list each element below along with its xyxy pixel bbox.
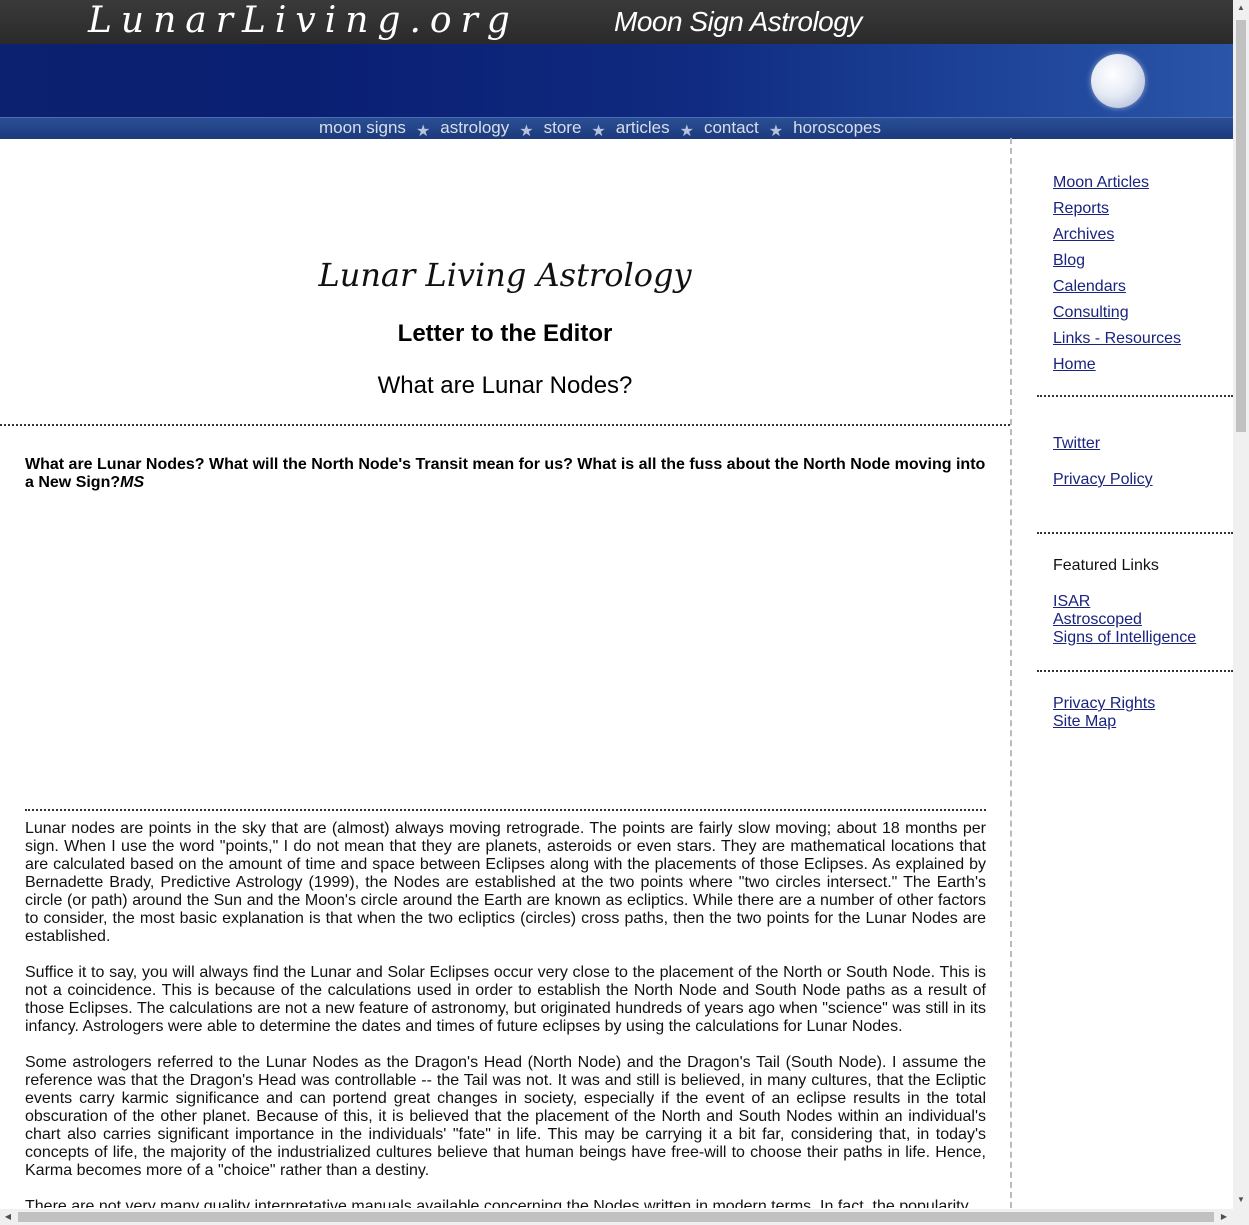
sidebar-link-links-resources[interactable]: Links - Resources <box>1053 326 1181 352</box>
horizontal-scroll-thumb[interactable] <box>18 1212 1214 1222</box>
vertical-scroll-thumb[interactable] <box>1236 20 1246 432</box>
featured-links-heading: Featured Links <box>1053 557 1159 574</box>
sidebar-link-reports[interactable]: Reports <box>1053 196 1181 222</box>
nav-link-contact[interactable]: contact <box>704 118 759 137</box>
article-body: Lunar nodes are points in the sky that a… <box>25 820 986 1208</box>
main-navigation: moon signs ★ astrology ★ store ★ articles ★ cont… <box>0 117 1233 140</box>
sidebar-main-links: Moon Articles Reports Archives Blog Cale… <box>1053 170 1181 378</box>
main-content: Lunar Living Astrology Letter to the Edi… <box>0 138 1010 1208</box>
sidebar-link-calendars[interactable]: Calendars <box>1053 274 1181 300</box>
article-paragraph: Lunar nodes are points in the sky that a… <box>25 820 986 945</box>
reader-question: What are Lunar Nodes? What will the Nort… <box>25 456 986 492</box>
site-tagline: Moon Sign Astrology <box>614 6 862 37</box>
sidebar: Moon Articles Reports Archives Blog Cale… <box>1013 138 1233 1208</box>
header-banner <box>0 44 1233 117</box>
section-divider <box>25 809 986 811</box>
featured-link-signs-of-intelligence[interactable]: Signs of Intelligence <box>1053 629 1196 647</box>
horizontal-scrollbar[interactable]: ◀ ▶ <box>0 1209 1249 1225</box>
article-paragraph: Suffice it to say, you will always find … <box>25 964 986 1035</box>
vertical-scrollbar[interactable]: ▲ ▼ <box>1233 0 1249 1209</box>
sidebar-link-blog[interactable]: Blog <box>1053 248 1181 274</box>
nav-link-astrology[interactable]: astrology <box>440 118 509 137</box>
site-header: LunarLiving.org Moon Sign Astrology <box>0 0 1233 44</box>
sidebar-divider-line <box>1037 532 1233 534</box>
sidebar-divider-line <box>1037 395 1233 397</box>
article-paragraph: Some astrologers referred to the Lunar N… <box>25 1054 986 1179</box>
nav-link-store[interactable]: store <box>544 118 582 137</box>
scroll-down-arrow-icon[interactable]: ▼ <box>1233 1195 1249 1204</box>
moon-icon <box>1091 54 1145 108</box>
sidebar-link-home[interactable]: Home <box>1053 352 1181 378</box>
section-divider <box>0 424 1010 426</box>
scroll-right-arrow-icon[interactable]: ▶ <box>1216 1212 1232 1221</box>
nav-link-articles[interactable]: articles <box>616 118 670 137</box>
sidebar-link-consulting[interactable]: Consulting <box>1053 300 1181 326</box>
article-paragraph: There are not very many quality interpre… <box>25 1198 969 1208</box>
page-subtitle: Letter to the Editor <box>397 320 613 347</box>
sidebar-link-archives[interactable]: Archives <box>1053 222 1181 248</box>
article-heading: What are Lunar Nodes? <box>377 372 633 399</box>
sidebar-link-site-map[interactable]: Site Map <box>1053 713 1155 731</box>
sidebar-link-privacy-policy[interactable]: Privacy Policy <box>1053 471 1153 489</box>
featured-links: ISAR Astroscoped Signs of Intelligence <box>1053 593 1196 647</box>
sidebar-divider-line <box>1037 670 1233 672</box>
scroll-up-arrow-icon[interactable]: ▲ <box>1233 3 1249 12</box>
sidebar-divider <box>1010 138 1012 1208</box>
nav-link-moon-signs[interactable]: moon signs <box>319 118 406 137</box>
sidebar-link-privacy-rights[interactable]: Privacy Rights <box>1053 695 1155 713</box>
sidebar-social-links: Twitter Privacy Policy <box>1053 435 1153 489</box>
page-title: Lunar Living Astrology <box>318 256 692 294</box>
reader-signature: MS <box>120 474 145 491</box>
sidebar-legal-links: Privacy Rights Site Map <box>1053 695 1155 731</box>
nav-link-horoscopes[interactable]: horoscopes <box>793 118 881 137</box>
featured-link-isar[interactable]: ISAR <box>1053 593 1196 611</box>
scroll-left-arrow-icon[interactable]: ◀ <box>0 1212 16 1221</box>
sidebar-link-twitter[interactable]: Twitter <box>1053 435 1153 453</box>
site-logo[interactable]: LunarLiving.org <box>88 0 519 44</box>
sidebar-link-moon-articles[interactable]: Moon Articles <box>1053 170 1181 196</box>
featured-link-astroscoped[interactable]: Astroscoped <box>1053 611 1196 629</box>
reader-question-text: What are Lunar Nodes? What will the Nort… <box>25 456 986 491</box>
